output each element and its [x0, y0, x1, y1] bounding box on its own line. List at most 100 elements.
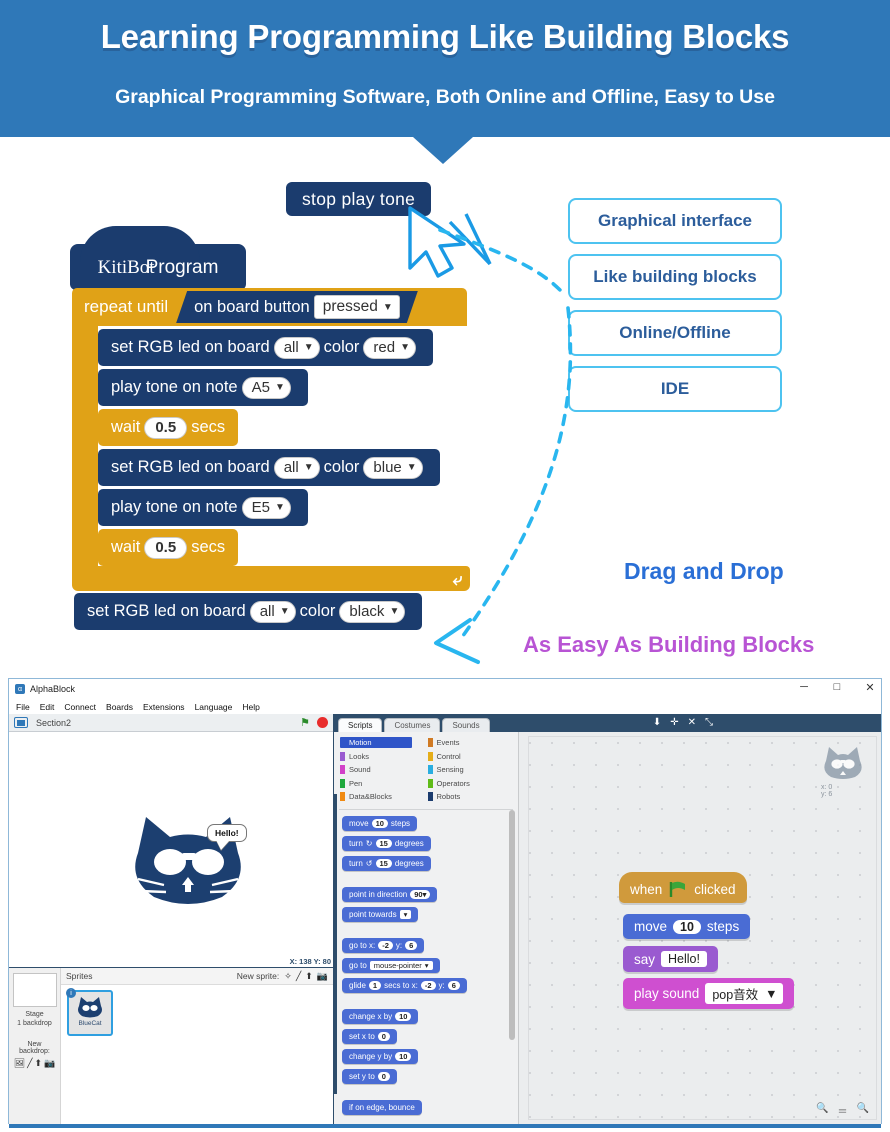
block-repeat-until[interactable]: repeat until on board button pressed ▼: [72, 288, 467, 326]
palette-block-set-x-to[interactable]: set x to 0: [342, 1029, 397, 1044]
palette-block-value[interactable]: 0: [377, 1072, 390, 1081]
feature-box-like-building-blocks[interactable]: Like building blocks: [568, 254, 782, 300]
zoom-reset-icon[interactable]: ＝: [838, 1103, 848, 1118]
palette-block-value-x[interactable]: -2: [378, 941, 393, 950]
wait-value-1[interactable]: 0.5: [144, 416, 188, 439]
menu-boards[interactable]: Boards: [106, 702, 133, 712]
palette-block-move-steps[interactable]: move 10 steps: [342, 816, 418, 831]
feature-box-graphical-interface[interactable]: Graphical interface: [568, 198, 782, 244]
dropdown-led-target[interactable]: all ▼: [273, 456, 320, 479]
shrink-icon[interactable]: ✕: [688, 717, 696, 728]
menu-file[interactable]: File: [16, 702, 30, 712]
palette-block-value[interactable]: 0: [377, 1032, 390, 1041]
palette-block-value[interactable]: 10: [371, 819, 388, 828]
script-block-move-steps[interactable]: move 10 steps: [623, 914, 751, 939]
palette-block-point-towards[interactable]: point towards ▾: [342, 907, 419, 922]
block-play-tone-e5[interactable]: play tone on note E5 ▼: [98, 489, 308, 526]
download-icon[interactable]: ⬇: [653, 717, 661, 728]
sprite-card-bluecat[interactable]: i BlueCat: [66, 988, 113, 1036]
category-robots[interactable]: Robots: [427, 791, 473, 802]
palette-block-turn-cw[interactable]: turn ↻ 15 degrees: [342, 836, 431, 851]
sprite-info-badge[interactable]: i: [66, 988, 76, 998]
script-block-play-sound[interactable]: play sound pop音效 ▼: [623, 978, 794, 1009]
block-set-rgb-blue[interactable]: set RGB led on board all ▼ color blue ▼: [98, 449, 440, 486]
palette-block-turn-ccw[interactable]: turn ↺ 15 degrees: [342, 856, 431, 871]
dropdown-color-black[interactable]: black ▼: [339, 600, 406, 623]
palette-block-value[interactable]: 15: [375, 859, 392, 868]
zoom-in-icon[interactable]: 🔍: [857, 1103, 869, 1118]
menu-extensions[interactable]: Extensions: [143, 702, 185, 712]
sprite-camera-icon[interactable]: 📷: [317, 971, 328, 982]
palette-block-value-y[interactable]: 6: [405, 941, 418, 950]
sprite-library-icon[interactable]: ✧: [284, 971, 292, 982]
palette-block-glide[interactable]: glide 1 secs to x: -2 y: 6: [342, 978, 467, 993]
dropdown-color-red[interactable]: red ▼: [363, 336, 416, 359]
backdrop-upload-icon[interactable]: ⬆: [35, 1058, 43, 1069]
script-block-say[interactable]: say Hello!: [623, 946, 718, 972]
category-events[interactable]: Events: [427, 737, 473, 748]
tab-sounds[interactable]: Sounds: [442, 717, 490, 732]
dropdown-led-target[interactable]: all ▼: [273, 336, 320, 359]
palette-block-set-y-to[interactable]: set y to 0: [342, 1069, 397, 1084]
maximize-button[interactable]: □: [830, 681, 844, 694]
dropdown-note-a5[interactable]: A5 ▼: [241, 376, 291, 399]
dropdown-pressed[interactable]: pressed ▼: [314, 295, 400, 319]
category-operators[interactable]: Operators: [427, 778, 473, 789]
tab-costumes[interactable]: Costumes: [384, 717, 441, 732]
category-sensing[interactable]: Sensing: [427, 764, 473, 775]
stage-canvas[interactable]: Hello! X: 138 Y: 80: [9, 732, 333, 967]
boolean-on-board-button[interactable]: on board button pressed ▼: [176, 291, 418, 323]
palette-block-go-to-target[interactable]: go to mouse-pointer ▾: [342, 958, 440, 973]
block-play-tone-a5[interactable]: play tone on note A5 ▼: [98, 369, 308, 406]
zoom-out-icon[interactable]: 🔍: [816, 1103, 828, 1118]
expand-icon[interactable]: ⤡: [705, 717, 713, 728]
say-text-value[interactable]: Hello!: [661, 951, 707, 967]
palette-block-change-x-by[interactable]: change x by 10: [342, 1009, 419, 1024]
palette-block-value[interactable]: 90▾: [410, 890, 431, 899]
menu-connect[interactable]: Connect: [64, 702, 96, 712]
category-motion[interactable]: Motion: [340, 737, 412, 748]
palette-block-value[interactable]: 10: [395, 1052, 412, 1061]
block-set-rgb-red[interactable]: set RGB led on board all ▼ color red ▼: [98, 329, 433, 366]
move-steps-value[interactable]: 10: [673, 919, 701, 934]
feature-box-online-offline[interactable]: Online/Offline: [568, 310, 782, 356]
wait-value-2[interactable]: 0.5: [144, 536, 188, 559]
palette-scrollbar[interactable]: [509, 810, 515, 1040]
play-sound-dropdown[interactable]: pop音效 ▼: [705, 983, 783, 1004]
category-control[interactable]: Control: [427, 751, 473, 762]
menu-help[interactable]: Help: [242, 702, 259, 712]
block-set-rgb-black[interactable]: set RGB led on board all ▼ color black ▼: [74, 593, 423, 630]
palette-block-change-y-by[interactable]: change y by 10: [342, 1049, 419, 1064]
dropdown-color-blue[interactable]: blue ▼: [363, 456, 423, 479]
menu-language[interactable]: Language: [195, 702, 233, 712]
category-looks[interactable]: Looks: [340, 751, 412, 762]
dropdown-note-e5[interactable]: E5 ▼: [241, 496, 291, 519]
menu-edit[interactable]: Edit: [40, 702, 55, 712]
palette-block-point-in-direction[interactable]: point in direction 90▾: [342, 887, 438, 902]
dropdown-led-target[interactable]: all ▼: [249, 600, 296, 623]
palette-dropdown[interactable]: mouse-pointer ▾: [369, 961, 433, 970]
category-data-blocks[interactable]: Data&Blocks: [340, 791, 412, 802]
minimize-button[interactable]: ─: [797, 681, 811, 694]
feature-box-ide[interactable]: IDE: [568, 366, 782, 412]
palette-block-value[interactable]: 15: [375, 839, 392, 848]
category-pen[interactable]: Pen: [340, 778, 412, 789]
stage-selector[interactable]: Stage 1 backdrop New backdrop: 🖼 ╱ ⬆ 📷: [9, 968, 61, 1124]
backdrop-library-icon[interactable]: 🖼: [14, 1058, 25, 1069]
stage-thumbnail[interactable]: [12, 973, 57, 1007]
palette-dropdown[interactable]: ▾: [399, 910, 412, 919]
tab-scripts[interactable]: Scripts: [338, 717, 383, 732]
palette-block-value[interactable]: 10: [395, 1012, 412, 1021]
backdrop-paint-icon[interactable]: ╱: [27, 1058, 32, 1069]
green-flag-icon[interactable]: ⚑: [300, 716, 310, 729]
close-button[interactable]: ✕: [863, 681, 877, 694]
backdrop-camera-icon[interactable]: 📷: [44, 1058, 55, 1069]
sprite-paint-icon[interactable]: ╱: [296, 971, 301, 982]
palette-block-if-on-edge-bounce[interactable]: if on edge, bounce: [342, 1100, 422, 1115]
block-hat-kitibot-program[interactable]: KitiBotProgram: [70, 226, 246, 290]
sprite-upload-icon[interactable]: ⬆: [305, 971, 313, 982]
script-canvas[interactable]: x: 0 y: 6 when clicked move 10 steps say…: [519, 732, 881, 1124]
palette-block-value-x[interactable]: -2: [420, 981, 436, 990]
palette-block-value-y[interactable]: 6: [447, 981, 460, 990]
block-wait-1[interactable]: wait 0.5 secs: [98, 409, 239, 446]
